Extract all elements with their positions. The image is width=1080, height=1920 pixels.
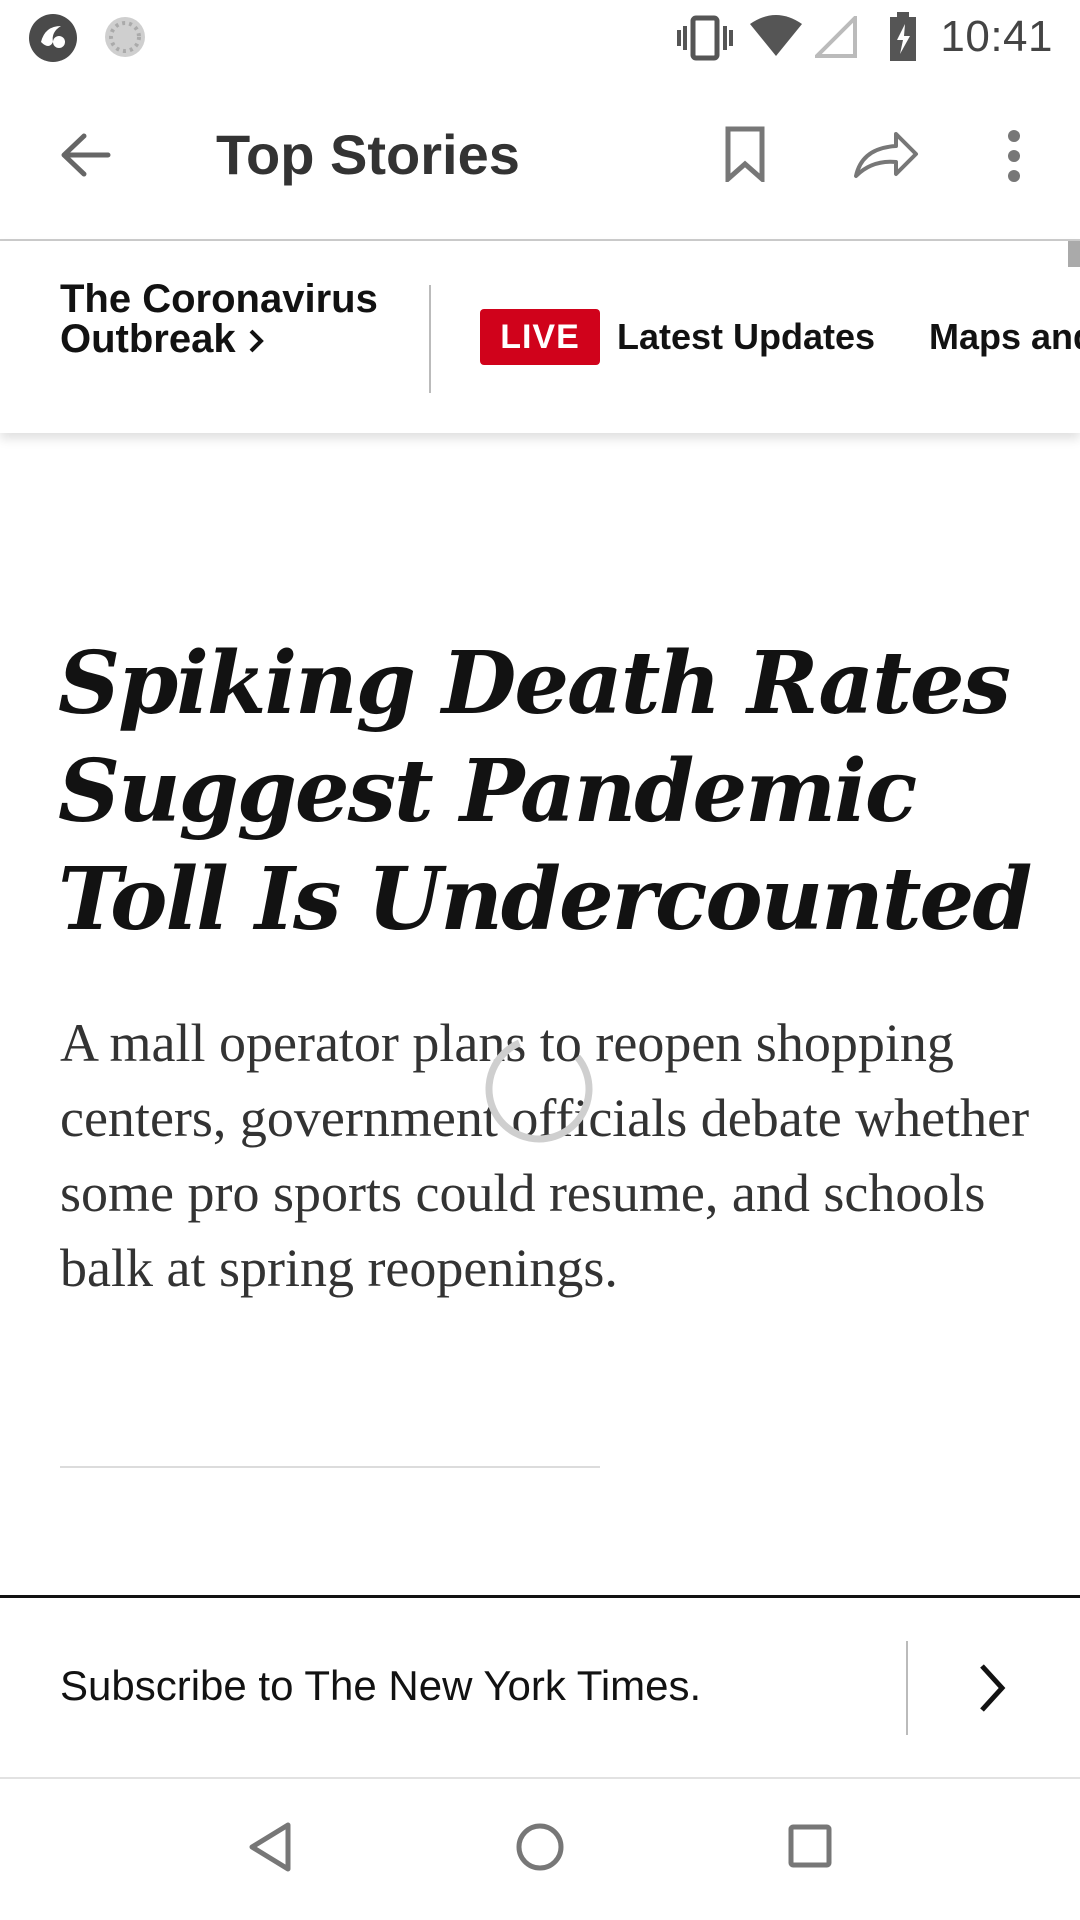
section-title-link[interactable]: The Coronavirus Outbreak xyxy=(60,279,390,359)
live-badge[interactable]: LIVE xyxy=(480,309,600,365)
home-nav-icon[interactable] xyxy=(514,1821,566,1878)
more-options-icon[interactable] xyxy=(1004,128,1024,189)
subscribe-divider xyxy=(906,1641,908,1735)
bookmark-icon[interactable] xyxy=(724,126,766,187)
subscribe-text[interactable]: Subscribe to The New York Times. xyxy=(60,1662,701,1710)
vibrate-icon xyxy=(677,14,733,67)
system-nav-bar xyxy=(0,1779,1080,1920)
chevron-right-icon[interactable] xyxy=(970,1658,1014,1723)
nav-link-maps[interactable]: Maps and xyxy=(929,315,1080,359)
subscribe-banner[interactable]: Subscribe to The New York Times. xyxy=(0,1595,1080,1780)
app-notification-icon xyxy=(27,12,79,69)
status-time: 10:41 xyxy=(940,12,1053,61)
loading-notification-icon xyxy=(102,14,148,65)
cellular-signal-icon xyxy=(812,13,859,63)
section-title-line2: Outbreak xyxy=(60,317,236,361)
wifi-icon xyxy=(748,14,804,63)
page-title: Top Stories xyxy=(216,123,520,186)
chevron-right-icon xyxy=(248,321,264,361)
loading-spinner-icon xyxy=(484,1034,594,1144)
status-bar: 10:41 xyxy=(0,0,1080,76)
scroll-indicator xyxy=(1068,241,1080,267)
section-title-line2-wrap: Outbreak xyxy=(60,319,390,359)
back-nav-icon[interactable] xyxy=(246,1821,294,1878)
app-toolbar: Top Stories xyxy=(0,76,1080,240)
nav-link-latest-updates[interactable]: Latest Updates xyxy=(617,315,875,359)
article-divider xyxy=(60,1466,600,1468)
section-nav: The Coronavirus Outbreak LIVE Latest Upd… xyxy=(0,241,1080,433)
article-headline[interactable]: Spiking Death Rates Suggest Pandemic Tol… xyxy=(58,630,1038,954)
nav-divider xyxy=(429,285,431,393)
share-icon[interactable] xyxy=(852,130,920,185)
back-arrow-icon[interactable] xyxy=(58,128,112,187)
recents-nav-icon[interactable] xyxy=(787,1823,833,1874)
battery-charging-icon xyxy=(888,12,918,67)
section-title-line1: The Coronavirus xyxy=(60,277,378,321)
